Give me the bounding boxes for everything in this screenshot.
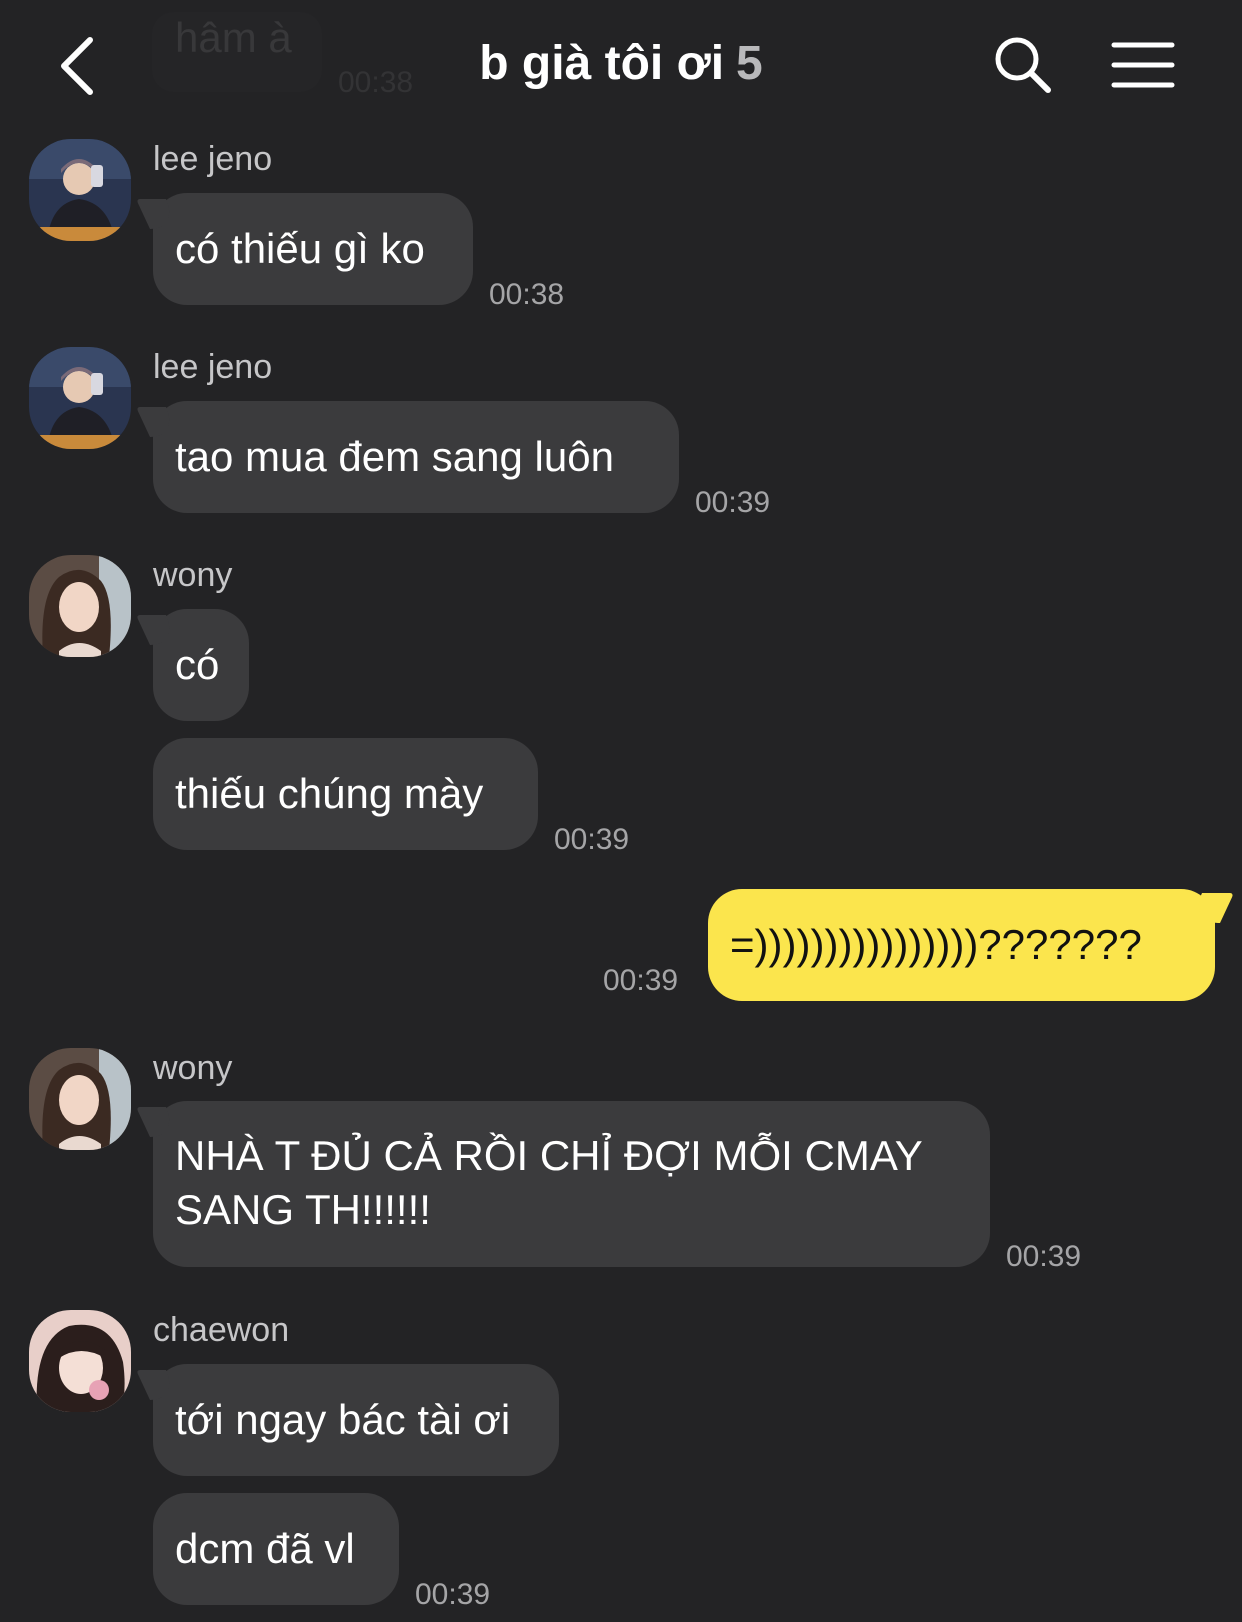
message-bubble[interactable]: dcm đã vl	[153, 1493, 399, 1605]
hamburger-menu-icon	[1111, 42, 1175, 88]
message-bubble[interactable]: NHÀ T ĐỦ CẢ RỒI CHỈ ĐỢI MỖI CMAY SANG TH…	[153, 1101, 990, 1267]
avatar-lee-jeno[interactable]	[29, 347, 131, 449]
message-bubble[interactable]: thiếu chúng mày	[153, 738, 538, 850]
search-icon	[995, 37, 1051, 93]
message-time: 00:39	[1006, 1240, 1082, 1273]
message-bubble[interactable]: có	[153, 609, 249, 721]
search-button[interactable]	[992, 34, 1054, 96]
message-time: 00:39	[695, 486, 771, 519]
member-count: 5	[736, 37, 763, 90]
chat-title[interactable]: b già tôi ơi	[479, 37, 724, 90]
my-message-bubble[interactable]: =))))))))))))))))???????	[708, 889, 1215, 1001]
sender-name: lee jeno	[153, 140, 273, 178]
avatar-lee-jeno[interactable]	[29, 139, 131, 241]
partial-message-time: 00:38	[338, 66, 414, 99]
sender-name: wony	[153, 1049, 233, 1087]
avatar-wony[interactable]	[29, 555, 131, 657]
message-time: 00:38	[489, 278, 565, 311]
chevron-left-icon	[61, 37, 93, 95]
sender-name: chaewon	[153, 1311, 290, 1349]
message-time: 00:39	[415, 1578, 491, 1611]
avatar-chaewon[interactable]	[29, 1310, 131, 1412]
back-button[interactable]	[50, 30, 110, 100]
message-bubble[interactable]: tới ngay bác tài ơi	[153, 1364, 559, 1476]
message-time: 00:39	[554, 823, 630, 856]
message-bubble[interactable]: có thiếu gì ko	[153, 193, 473, 305]
avatar-wony[interactable]	[29, 1048, 131, 1150]
sender-name: wony	[153, 556, 233, 594]
partial-message-text: hâm à	[175, 14, 292, 61]
message-bubble[interactable]: tao mua đem sang luôn	[153, 401, 679, 513]
menu-button[interactable]	[1110, 40, 1176, 90]
sender-name: lee jeno	[153, 348, 273, 386]
message-time: 00:39	[603, 964, 679, 997]
